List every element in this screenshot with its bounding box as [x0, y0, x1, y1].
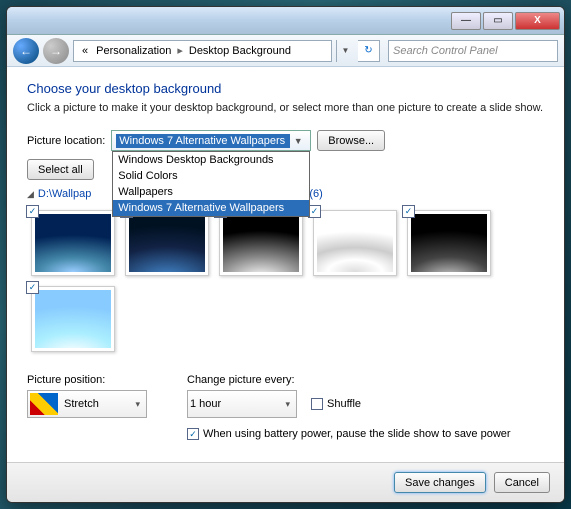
group-count: (6): [309, 188, 322, 200]
wallpaper-thumb[interactable]: ✓: [31, 210, 115, 276]
search-input[interactable]: Search Control Panel: [388, 40, 558, 62]
refresh-button[interactable]: ↻: [358, 40, 380, 62]
thumb-image: [35, 290, 111, 348]
wallpaper-thumb[interactable]: ✓: [407, 210, 491, 276]
shuffle-option[interactable]: Shuffle: [311, 398, 361, 410]
address-bar[interactable]: « Personalization ▸ Desktop Background: [73, 40, 332, 62]
close-button[interactable]: X: [515, 12, 560, 30]
page-description: Click a picture to make it your desktop …: [27, 102, 544, 114]
save-changes-button[interactable]: Save changes: [394, 472, 486, 493]
content-area: Choose your desktop background Click a p…: [7, 67, 564, 462]
picture-position-col: Picture position: Stretch ▾: [27, 374, 147, 440]
position-preview-icon: [30, 393, 58, 415]
chevron-down-icon: ▾: [285, 399, 294, 410]
wallpaper-thumb[interactable]: ✓: [313, 210, 397, 276]
back-button[interactable]: ←: [13, 38, 39, 64]
dropdown-option[interactable]: Wallpapers: [113, 184, 309, 200]
picture-location-label: Picture location:: [27, 135, 105, 147]
shuffle-label: Shuffle: [327, 398, 361, 410]
battery-label: When using battery power, pause the slid…: [203, 428, 511, 440]
dropdown-option[interactable]: Solid Colors: [113, 168, 309, 184]
picture-location-row: Picture location: Windows 7 Alternative …: [27, 130, 544, 151]
titlebar: — ▭ X: [7, 7, 564, 35]
interval-value: 1 hour: [190, 398, 221, 410]
breadcrumb-prefix: «: [78, 43, 92, 59]
change-interval-label: Change picture every:: [187, 374, 511, 386]
page-title: Choose your desktop background: [27, 81, 544, 96]
group-path: D:\Wallpap: [38, 188, 91, 200]
thumb-image: [223, 214, 299, 272]
thumb-image: [317, 214, 393, 272]
thumb-image: [129, 214, 205, 272]
wallpaper-thumbnails: ✓ ✓ ✓ ✓ ✓ ✓: [27, 206, 544, 356]
thumb-image: [411, 214, 487, 272]
shuffle-checkbox[interactable]: [311, 398, 323, 410]
position-value: Stretch: [64, 398, 99, 410]
chevron-down-icon: ▼: [290, 136, 306, 146]
minimize-button[interactable]: —: [451, 12, 481, 30]
dropdown-option-highlighted[interactable]: Windows 7 Alternative Wallpapers: [113, 200, 309, 216]
bottom-options: Picture position: Stretch ▾ Change pictu…: [27, 374, 544, 440]
wallpaper-thumb[interactable]: ✓: [125, 210, 209, 276]
picture-location-combo[interactable]: Windows 7 Alternative Wallpapers ▼ Windo…: [111, 130, 311, 151]
combo-selected-value: Windows 7 Alternative Wallpapers: [116, 134, 290, 148]
dropdown-option[interactable]: Windows Desktop Backgrounds: [113, 152, 309, 168]
cancel-button[interactable]: Cancel: [494, 472, 550, 493]
wallpaper-thumb[interactable]: ✓: [219, 210, 303, 276]
breadcrumb-sep-icon: ▸: [175, 44, 185, 57]
breadcrumb-personalization[interactable]: Personalization: [92, 43, 175, 59]
browse-button[interactable]: Browse...: [317, 130, 385, 151]
thumb-checkbox[interactable]: ✓: [26, 205, 39, 218]
chevron-down-icon: ▾: [135, 399, 144, 410]
collapse-triangle-icon: ◢: [27, 189, 34, 200]
thumb-checkbox[interactable]: ✓: [26, 281, 39, 294]
thumb-checkbox[interactable]: ✓: [402, 205, 415, 218]
control-panel-window: — ▭ X ← → « Personalization ▸ Desktop Ba…: [6, 6, 565, 503]
battery-checkbox[interactable]: ✓: [187, 428, 199, 440]
navigation-bar: ← → « Personalization ▸ Desktop Backgrou…: [7, 35, 564, 67]
thumb-image: [35, 214, 111, 272]
address-dropdown-button[interactable]: ▼: [336, 40, 354, 62]
select-all-button[interactable]: Select all: [27, 159, 94, 180]
change-interval-col: Change picture every: 1 hour ▾ Shuffle ✓…: [187, 374, 511, 440]
battery-option[interactable]: ✓ When using battery power, pause the sl…: [187, 428, 511, 440]
wallpaper-thumb[interactable]: ✓: [31, 286, 115, 352]
breadcrumb-desktop-background[interactable]: Desktop Background: [185, 43, 295, 59]
dialog-footer: Save changes Cancel: [7, 462, 564, 502]
picture-position-combo[interactable]: Stretch ▾: [27, 390, 147, 418]
change-interval-combo[interactable]: 1 hour ▾: [187, 390, 297, 418]
maximize-button[interactable]: ▭: [483, 12, 513, 30]
picture-position-label: Picture position:: [27, 374, 147, 386]
picture-location-dropdown: Windows Desktop Backgrounds Solid Colors…: [112, 151, 310, 217]
forward-button[interactable]: →: [43, 38, 69, 64]
